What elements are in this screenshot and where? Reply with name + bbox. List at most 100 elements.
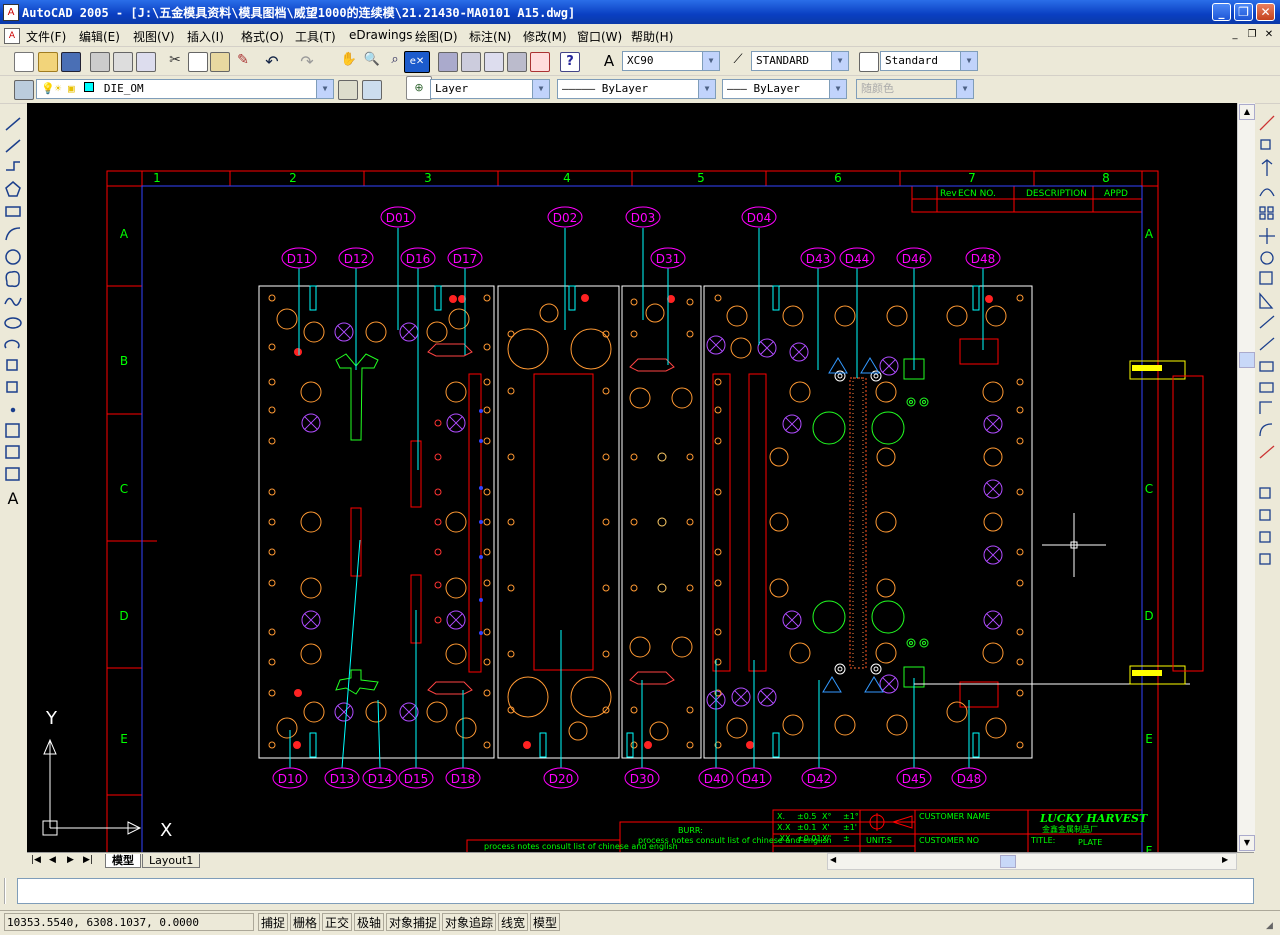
copy-object-icon	[1260, 139, 1271, 150]
text-style-icon[interactable]: A	[600, 52, 618, 70]
dim-style-icon[interactable]: ⟋	[729, 52, 747, 70]
tab-first-icon[interactable]: |◀	[31, 855, 41, 865]
balloon-d01: D01	[386, 211, 411, 225]
doc-minimize-button[interactable]: _	[1228, 28, 1242, 41]
tab-prev-icon[interactable]: ◀	[49, 855, 56, 865]
osnap-toggle[interactable]: 对象捕捉	[386, 913, 440, 931]
coordinate-display[interactable]: 10353.5540, 6308.1037, 0.0000	[4, 913, 254, 931]
scroll-thumb[interactable]	[1239, 352, 1255, 368]
menu-help[interactable]: 帮助(H)	[631, 28, 673, 45]
plot-preview-icon[interactable]	[113, 52, 133, 72]
scroll-up-arrow-icon[interactable]: ▲	[1239, 104, 1255, 120]
markup-icon[interactable]	[530, 52, 550, 72]
fillet-icon	[1259, 423, 1273, 437]
guide-hole	[300, 381, 322, 403]
model-space-toggle[interactable]: 模型	[530, 913, 560, 931]
maximize-button[interactable]: ❐	[1234, 3, 1253, 21]
svg-text:8: 8	[1102, 171, 1110, 185]
print-icon[interactable]	[90, 52, 110, 72]
properties-icon[interactable]	[438, 52, 458, 72]
bottom-balloons: D10 D13 D14 D15 D18 D20 D30 D40 D41 D42 …	[272, 767, 987, 789]
scroll-left-arrow-icon[interactable]: ◀	[830, 855, 836, 864]
polar-toggle[interactable]: 极轴	[354, 913, 384, 931]
menu-edit[interactable]: 编辑(E)	[79, 28, 120, 45]
row-dividers	[107, 285, 157, 796]
tab-last-icon[interactable]: ▶|	[83, 855, 93, 865]
text-style-select[interactable]: XC90 ▼	[622, 51, 720, 71]
scroll-down-arrow-icon[interactable]: ▼	[1239, 835, 1255, 851]
edrawings-publish-icon[interactable]: ⊕	[406, 76, 432, 100]
title-label: TITLE:	[1030, 836, 1055, 845]
command-grip[interactable]	[4, 878, 14, 904]
publish-icon[interactable]	[136, 52, 156, 72]
doc-close-button[interactable]: ✕	[1262, 28, 1276, 41]
tolerance-cell: ±	[843, 834, 850, 843]
design-center-icon[interactable]	[461, 52, 481, 72]
tab-next-icon[interactable]: ▶	[67, 855, 74, 865]
otrack-toggle[interactable]: 对象追踪	[442, 913, 496, 931]
menu-window[interactable]: 窗口(W)	[577, 28, 622, 45]
scroll-right-arrow-icon[interactable]: ▶	[1222, 855, 1228, 864]
ortho-toggle[interactable]: 正交	[322, 913, 352, 931]
autocad-icon[interactable]: A	[3, 4, 19, 21]
tab-layout1[interactable]: Layout1	[142, 854, 201, 868]
menu-dimension[interactable]: 标注(N)	[469, 28, 511, 45]
menu-file[interactable]: 文件(F)	[26, 28, 66, 45]
hscroll-thumb[interactable]	[1000, 855, 1016, 868]
doc-restore-button[interactable]: ❐	[1245, 28, 1259, 41]
make-layer-current-icon[interactable]	[338, 80, 358, 100]
menu-view[interactable]: 视图(V)	[133, 28, 175, 45]
open-icon[interactable]	[38, 52, 58, 72]
vertical-scrollbar[interactable]: ▲ ▼	[1237, 103, 1255, 852]
menu-edrawings[interactable]: eDrawings	[349, 28, 413, 42]
menu-format[interactable]: 格式(O)	[241, 28, 284, 45]
command-line-input[interactable]	[17, 878, 1254, 904]
grid-toggle[interactable]: 栅格	[290, 913, 320, 931]
document-icon[interactable]: A	[4, 28, 20, 44]
menu-modify[interactable]: 修改(M)	[523, 28, 567, 45]
ellipse-icon	[4, 317, 22, 329]
minimize-button[interactable]: _	[1212, 3, 1231, 21]
layer-select[interactable]: 💡☀ ▣ DIE_OM ▼	[36, 79, 334, 99]
cut-icon[interactable]: ✂	[166, 52, 184, 70]
zoom-window-icon[interactable]: ⌕	[386, 52, 404, 70]
linetype-select[interactable]: ————— ByLayer ▼	[557, 79, 716, 99]
pan-icon[interactable]: ✋	[340, 52, 358, 70]
help-icon[interactable]: ?	[560, 52, 580, 72]
resize-grip-icon[interactable]: ◢	[1266, 921, 1273, 931]
lineweight-select[interactable]: ——— ByLayer ▼	[722, 79, 847, 99]
guide-hole	[448, 308, 470, 330]
close-button[interactable]: ✕	[1256, 3, 1275, 21]
tab-model[interactable]: 模型	[105, 854, 141, 868]
copy-icon[interactable]	[188, 52, 208, 72]
menu-tools[interactable]: 工具(T)	[295, 28, 336, 45]
svg-text:D: D	[119, 609, 128, 623]
layer-previous-icon[interactable]	[362, 80, 382, 100]
menu-draw[interactable]: 绘图(D)	[415, 28, 458, 45]
table-style-select[interactable]: Standard ▼	[880, 51, 978, 71]
paste-icon[interactable]	[210, 52, 230, 72]
color-select[interactable]: Layer ▼	[430, 79, 550, 99]
menu-insert[interactable]: 插入(I)	[187, 28, 224, 45]
lineweight-toggle[interactable]: 线宽	[498, 913, 528, 931]
polygon-icon	[5, 181, 21, 197]
zoom-realtime-icon[interactable]: 🔍	[363, 52, 381, 70]
drawing-canvas[interactable]: Rev ECN NO. DESCRIPTION APPD 1 2 3 4 5 6…	[27, 103, 1237, 852]
undo-icon[interactable]: ↶	[263, 52, 281, 71]
guide-hole	[649, 721, 669, 741]
redo-icon[interactable]: ↷	[298, 52, 316, 71]
guide-hole	[426, 701, 448, 723]
sheet-set-icon[interactable]	[507, 52, 527, 72]
snap-toggle[interactable]: 捕捉	[258, 913, 288, 931]
dim-style-select[interactable]: STANDARD ▼	[751, 51, 849, 71]
save-icon[interactable]	[61, 52, 81, 72]
new-icon[interactable]	[14, 52, 34, 72]
layer-manager-icon[interactable]	[14, 80, 34, 100]
status-bar: 10353.5540, 6308.1037, 0.0000 捕捉 栅格 正交 极…	[0, 910, 1280, 935]
edrawings-icon[interactable]: e✕	[404, 51, 430, 73]
horizontal-scrollbar[interactable]: ◀ ▶	[827, 853, 1237, 870]
match-properties-icon[interactable]: ✎	[234, 52, 252, 70]
guide-hole	[568, 721, 588, 741]
tool-palettes-icon[interactable]	[484, 52, 504, 72]
table-style-icon[interactable]	[859, 52, 879, 72]
